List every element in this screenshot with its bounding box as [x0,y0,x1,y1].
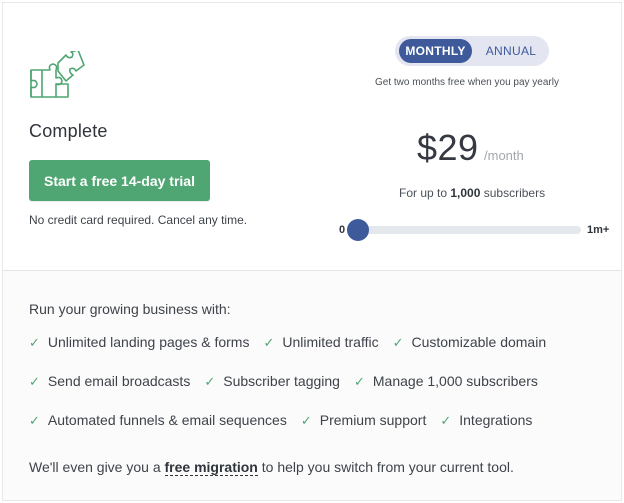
feature-item: ✓ Unlimited landing pages & forms [29,334,249,351]
migration-prefix: We'll even give you a [29,459,161,475]
feature-item: ✓ Customizable domain [393,334,547,351]
feature-label: Integrations [459,412,533,428]
check-icon: ✓ [440,413,452,428]
subscriber-count: 1,000 [450,186,481,200]
feature-item: ✓ Automated funnels & email sequences [29,412,287,429]
feature-label: Unlimited traffic [282,334,379,350]
check-icon: ✓ [204,374,216,389]
check-icon: ✓ [29,413,40,428]
feature-label: Automated funnels & email sequences [47,412,287,428]
check-icon: ✓ [29,374,40,389]
feature-label: Premium support [319,412,427,428]
feature-row: ✓ Unlimited landing pages & forms ✓ Unlimit… [29,334,560,354]
no-credit-card-note: No credit card required. Cancel any time… [29,213,248,227]
annual-option[interactable]: ANNUAL [477,39,545,63]
pricing-card: Complete Start a free 14-day trial No cr… [2,2,622,501]
feature-label: Send email broadcasts [47,373,191,389]
slider-min-label: 0 [339,224,346,236]
feature-item: ✓ Integrations [440,412,532,429]
check-icon: ✓ [29,335,40,350]
migration-note: We'll even give you a free migration to … [29,459,514,476]
subscriber-limit-note: For up to 1,000 subscribers [399,186,545,200]
puzzle-icon [30,51,85,98]
feature-item: ✓ Manage 1,000 subscribers [354,373,538,390]
feature-label: Manage 1,000 subscribers [372,373,538,389]
subscriber-prefix: For up to [399,186,448,200]
subscriber-slider-thumb[interactable] [347,219,369,241]
price-amount: $29 [417,127,479,168]
feature-item: ✓ Send email broadcasts [29,373,190,390]
check-icon: ✓ [392,335,404,350]
free-migration-link[interactable]: free migration [164,459,258,476]
plan-name: Complete [29,121,108,141]
feature-label: Unlimited landing pages & forms [47,334,250,350]
features-section: Run your growing business with: ✓ Unlimit… [3,271,621,500]
price-period: /month [484,148,524,163]
billing-toggle: MONTHLY ANNUAL [395,36,549,66]
feature-label: Subscriber tagging [223,373,340,389]
features-intro: Run your growing business with: [29,301,231,317]
migration-suffix: to help you switch from your current too… [261,459,514,475]
monthly-option[interactable]: MONTHLY [399,39,472,63]
feature-row: ✓ Automated funnels & email sequences ✓ Pre… [29,412,546,432]
start-trial-button[interactable]: Start a free 14-day trial [29,160,210,201]
subscriber-suffix: subscribers [483,186,546,200]
pricing-header: Complete Start a free 14-day trial No cr… [3,3,621,271]
yearly-discount-note: Get two months free when you pay yearly [375,77,559,88]
feature-row: ✓ Send email broadcasts ✓ Subscriber taggin… [29,373,552,393]
feature-label: Customizable domain [411,334,547,350]
subscriber-slider-track[interactable] [349,226,581,234]
check-icon: ✓ [263,335,275,350]
feature-item: ✓ Unlimited traffic [263,334,378,351]
check-icon: ✓ [300,413,312,428]
slider-max-label: 1m+ [587,224,610,236]
check-icon: ✓ [353,374,365,389]
feature-item: ✓ Premium support [301,412,427,429]
feature-item: ✓ Subscriber tagging [204,373,340,390]
